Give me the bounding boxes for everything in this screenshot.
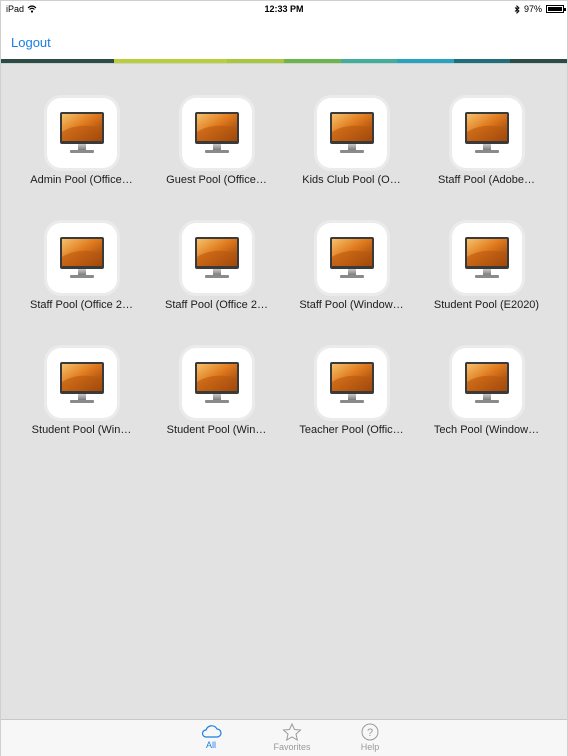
cloud-icon <box>201 725 222 738</box>
battery-percent: 97% <box>523 4 542 14</box>
status-right: 97% <box>514 4 566 14</box>
pool-icon-tile[interactable] <box>46 348 117 418</box>
desktop-monitor-icon <box>464 237 509 278</box>
tab-all-label: All <box>205 740 216 750</box>
battery-tip <box>564 8 566 11</box>
pool-label: Teacher Pool (Offic… <box>299 424 404 436</box>
pool-item[interactable]: Staff Pool (Office 2… <box>149 223 284 311</box>
pool-icon-tile[interactable] <box>181 348 252 418</box>
desktop-monitor-icon <box>59 112 104 153</box>
tab-help[interactable]: ? Help <box>340 723 400 752</box>
pool-label: Kids Club Pool (O… <box>302 174 401 186</box>
desktop-monitor-icon <box>329 237 374 278</box>
tab-favorites[interactable]: Favorites <box>262 723 322 752</box>
pool-icon-tile[interactable] <box>46 98 117 168</box>
tab-favorites-label: Favorites <box>273 742 311 752</box>
tab-bar: All Favorites ? Help <box>1 719 567 756</box>
pool-item[interactable]: Kids Club Pool (O… <box>284 98 419 186</box>
logout-button[interactable]: Logout <box>11 35 51 50</box>
desktop-monitor-icon <box>464 362 509 403</box>
pool-label: Student Pool (E2020) <box>433 299 540 311</box>
pool-list-area: Admin Pool (Office… Guest Pool (Office… … <box>1 63 567 719</box>
pool-label: Staff Pool (Window… <box>299 299 404 311</box>
pool-icon-tile[interactable] <box>451 223 522 293</box>
help-icon: ? <box>361 723 379 741</box>
desktop-monitor-icon <box>464 112 509 153</box>
pool-item[interactable]: Student Pool (E2020) <box>419 223 554 311</box>
pool-item[interactable]: Teacher Pool (Offic… <box>284 348 419 436</box>
pool-label: Student Pool (Win… <box>166 424 267 436</box>
pool-label: Guest Pool (Office… <box>166 174 267 186</box>
battery-fill <box>548 7 562 11</box>
pool-icon-tile[interactable] <box>316 98 387 168</box>
pool-item[interactable]: Staff Pool (Office 2… <box>14 223 149 311</box>
tab-help-label: Help <box>360 742 380 752</box>
desktop-monitor-icon <box>329 362 374 403</box>
desktop-monitor-icon <box>329 112 374 153</box>
pool-icon-tile[interactable] <box>46 223 117 293</box>
pool-icon-tile[interactable] <box>451 348 522 418</box>
pool-item[interactable]: Guest Pool (Office… <box>149 98 284 186</box>
pool-label: Admin Pool (Office… <box>30 174 133 186</box>
desktop-monitor-icon <box>194 112 239 153</box>
desktop-monitor-icon <box>194 237 239 278</box>
bluetooth-icon <box>514 4 520 14</box>
clock: 12:33 PM <box>264 4 304 14</box>
pool-icon-tile[interactable] <box>181 98 252 168</box>
pool-icon-tile[interactable] <box>316 348 387 418</box>
pool-icon-tile[interactable] <box>181 223 252 293</box>
pool-label: Student Pool (Win… <box>31 424 132 436</box>
status-bar: iPad 12:33 PM 97% <box>1 1 567 17</box>
pool-icon-tile[interactable] <box>316 223 387 293</box>
battery-icon <box>546 5 566 13</box>
pool-item[interactable]: Staff Pool (Adobe… <box>419 98 554 186</box>
tab-all[interactable]: All <box>181 723 241 750</box>
pool-item[interactable]: Admin Pool (Office… <box>14 98 149 186</box>
pool-item[interactable]: Tech Pool (Window… <box>419 348 554 436</box>
pool-label: Tech Pool (Window… <box>433 424 540 436</box>
desktop-monitor-icon <box>59 362 104 403</box>
pool-item[interactable]: Student Pool (Win… <box>149 348 284 436</box>
pool-item[interactable]: Staff Pool (Window… <box>284 223 419 311</box>
desktop-monitor-icon <box>59 237 104 278</box>
desktop-monitor-icon <box>194 362 239 403</box>
pool-grid: Admin Pool (Office… Guest Pool (Office… … <box>14 98 554 436</box>
pool-label: Staff Pool (Adobe… <box>437 174 536 186</box>
pool-item[interactable]: Student Pool (Win… <box>14 348 149 436</box>
pool-label: Staff Pool (Office 2… <box>30 299 133 311</box>
pool-icon-tile[interactable] <box>451 98 522 168</box>
nav-bar: Logout <box>1 17 567 59</box>
star-icon <box>282 723 302 741</box>
svg-text:?: ? <box>367 727 373 739</box>
pool-label: Staff Pool (Office 2… <box>165 299 268 311</box>
